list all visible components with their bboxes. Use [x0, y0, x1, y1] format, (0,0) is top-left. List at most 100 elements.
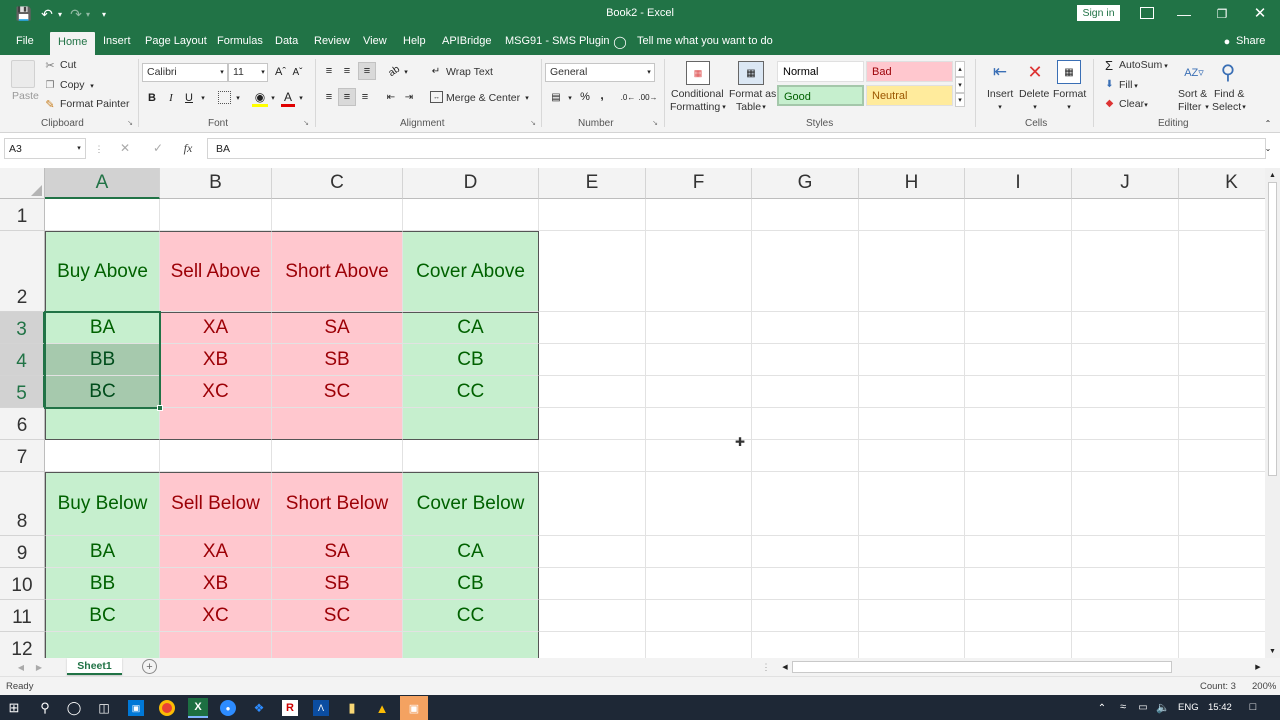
fill-color-dropdown-icon[interactable]: ▾: [269, 93, 277, 103]
row-header-11[interactable]: 11: [0, 600, 45, 632]
sort-filter-button-line2[interactable]: Filter: [1178, 101, 1201, 113]
hscroll-left-icon[interactable]: ◀: [780, 661, 790, 673]
cortana-icon[interactable]: ◯: [66, 700, 82, 716]
column-header-g[interactable]: G: [752, 168, 859, 199]
row-header-9[interactable]: 9: [0, 536, 45, 568]
tab-formulas[interactable]: Formulas: [217, 35, 263, 47]
cell-d5[interactable]: CC: [403, 376, 539, 408]
cell-a2[interactable]: Buy Above: [45, 231, 160, 312]
tab-insert[interactable]: Insert: [103, 35, 131, 47]
sort-dropdown-icon[interactable]: ▾: [1203, 102, 1211, 112]
scroll-down-icon[interactable]: ▼: [1268, 646, 1277, 656]
tab-view[interactable]: View: [363, 35, 387, 47]
style-neutral[interactable]: Neutral: [866, 85, 953, 106]
insert-cells-button[interactable]: Insert: [987, 88, 1013, 100]
fill-dropdown-icon[interactable]: ▾: [1132, 81, 1140, 91]
ribbon-display-options-icon[interactable]: [1140, 7, 1154, 19]
sheet-tab-sheet1[interactable]: Sheet1: [67, 658, 122, 675]
align-left-icon[interactable]: ≡: [322, 90, 336, 104]
scroll-up-icon[interactable]: ▲: [1268, 170, 1277, 180]
zoom-level[interactable]: 200%: [1252, 681, 1276, 692]
format-dropdown-icon[interactable]: ▾: [1065, 102, 1073, 112]
increase-indent-icon[interactable]: ⇥: [402, 90, 416, 104]
column-header-c[interactable]: C: [272, 168, 403, 199]
name-box-dropdown-icon[interactable]: ▾: [75, 143, 83, 153]
hscroll-right-icon[interactable]: ▶: [1253, 661, 1263, 673]
bold-icon[interactable]: B: [145, 90, 159, 106]
row-header-7[interactable]: 7: [0, 440, 45, 472]
tab-apibridge[interactable]: APIBridge: [442, 35, 492, 47]
number-format-dropdown-icon[interactable]: ▾: [645, 67, 653, 77]
cell-a11[interactable]: BC: [45, 600, 160, 632]
collapse-ribbon-icon[interactable]: ⌃: [1263, 118, 1273, 128]
cell-d12[interactable]: [403, 632, 539, 658]
align-right-icon[interactable]: ≡: [358, 90, 372, 104]
next-sheet-icon[interactable]: ▶: [35, 661, 43, 673]
sort-filter-button[interactable]: Sort &: [1178, 88, 1207, 100]
cell-c10[interactable]: SB: [272, 568, 403, 600]
undo-icon[interactable]: ↶: [39, 6, 55, 22]
row-header-8[interactable]: 8: [0, 472, 45, 536]
search-icon[interactable]: ⚲: [37, 700, 53, 716]
sign-in-button[interactable]: Sign in: [1077, 5, 1120, 21]
tab-file[interactable]: File: [16, 35, 34, 47]
fill-handle[interactable]: [157, 405, 163, 411]
styles-scroll-up-icon[interactable]: ▴: [955, 61, 965, 77]
number-format-select[interactable]: General: [545, 63, 655, 82]
cell-c3[interactable]: SA: [272, 312, 403, 344]
cell-a10[interactable]: BB: [45, 568, 160, 600]
format-painter-button[interactable]: Format Painter: [60, 98, 129, 110]
align-bottom-icon[interactable]: ≡: [358, 62, 376, 80]
increase-font-size-icon[interactable]: Aˆ: [274, 65, 287, 79]
drive-icon[interactable]: ▲: [374, 700, 390, 716]
cell-d9[interactable]: CA: [403, 536, 539, 568]
tab-home[interactable]: Home: [50, 32, 96, 55]
format-as-table-button-line2[interactable]: Table: [736, 101, 761, 113]
row-header-10[interactable]: 10: [0, 568, 45, 600]
store-icon[interactable]: ▣: [128, 700, 144, 716]
borders-dropdown-icon[interactable]: ▾: [234, 93, 242, 103]
restore-icon[interactable]: ❐: [1214, 6, 1230, 22]
cell-d3[interactable]: CA: [403, 312, 539, 344]
customize-qat-icon[interactable]: ▾: [99, 8, 109, 20]
autosum-dropdown-icon[interactable]: ▾: [1162, 61, 1170, 71]
paste-button-label[interactable]: Paste: [12, 90, 39, 102]
zoom-app-icon[interactable]: ●: [220, 700, 236, 716]
cell-a8[interactable]: Buy Below: [45, 472, 160, 536]
cell-b11[interactable]: XC: [160, 600, 272, 632]
column-header-k[interactable]: K: [1179, 168, 1265, 199]
insert-dropdown-icon[interactable]: ▾: [996, 102, 1004, 112]
close-icon[interactable]: ✕: [1252, 5, 1268, 22]
column-header-h[interactable]: H: [859, 168, 965, 199]
prev-sheet-icon[interactable]: ◀: [17, 661, 25, 673]
worksheet-grid[interactable]: A B C D E F G H I J K 1 2 3 4 5 6 7 8 9 …: [0, 168, 1265, 658]
redo-icon[interactable]: ↷: [68, 6, 84, 22]
clock[interactable]: 15:42: [1208, 702, 1232, 713]
vertical-scroll-thumb[interactable]: [1268, 182, 1277, 476]
align-top-icon[interactable]: ≡: [322, 64, 336, 78]
format-as-table-button[interactable]: Format as: [729, 88, 776, 100]
format-table-dropdown-icon[interactable]: ▾: [760, 102, 768, 112]
column-header-i[interactable]: I: [965, 168, 1072, 199]
cell-d10[interactable]: CB: [403, 568, 539, 600]
cell-d11[interactable]: CC: [403, 600, 539, 632]
autosum-button[interactable]: AutoSum: [1119, 59, 1162, 71]
row-header-4[interactable]: 4: [0, 344, 45, 376]
cell-b8[interactable]: Sell Below: [160, 472, 272, 536]
cell-c5[interactable]: SC: [272, 376, 403, 408]
delete-cells-button[interactable]: Delete: [1019, 88, 1049, 100]
file-explorer-icon[interactable]: ▮: [344, 700, 360, 716]
decrease-indent-icon[interactable]: ⇤: [384, 90, 398, 104]
align-middle-icon[interactable]: ≡: [340, 64, 354, 78]
alignment-launcher-icon[interactable]: ↘: [529, 119, 537, 127]
cell-b3[interactable]: XA: [160, 312, 272, 344]
task-view-icon[interactable]: ◫: [96, 700, 112, 716]
cell-b6[interactable]: [160, 408, 272, 440]
underline-dropdown-icon[interactable]: ▾: [199, 93, 207, 103]
merge-center-button[interactable]: Merge & Center: [446, 92, 520, 104]
clear-button[interactable]: Clear: [1119, 98, 1144, 110]
expand-formula-bar-icon[interactable]: ⌄: [1263, 142, 1273, 154]
copy-dropdown-icon[interactable]: ▾: [88, 81, 96, 91]
font-size-dropdown-icon[interactable]: ▾: [259, 67, 267, 77]
borders-icon[interactable]: [218, 91, 231, 104]
